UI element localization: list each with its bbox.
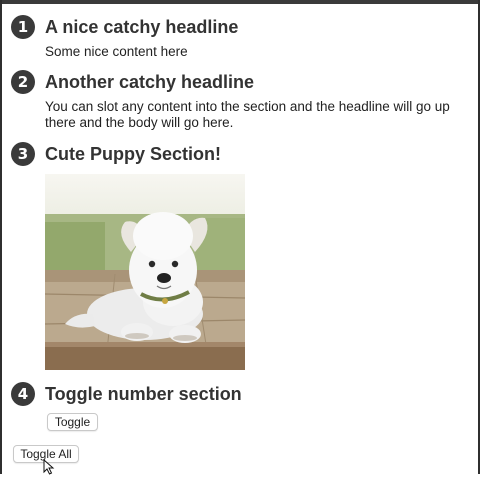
puppy-image [45,174,245,370]
section-headline[interactable]: Another catchy headline [45,72,254,93]
section-number-badge: 4 [11,382,35,406]
section-headline[interactable]: A nice catchy headline [45,17,238,38]
section-headline[interactable]: Cute Puppy Section! [45,144,221,165]
window-top-bar [0,0,480,4]
section-number-badge: 3 [11,142,35,166]
section-body: You can slot any content into the sectio… [45,99,450,130]
section-body: Some nice content here [45,44,188,59]
window-left-edge [0,0,2,474]
toggle-button[interactable]: Toggle [47,413,98,431]
section-headline[interactable]: Toggle number section [45,384,242,405]
section-number-badge: 1 [11,15,35,39]
section-number-badge: 2 [11,70,35,94]
pointer-cursor-icon [43,458,55,480]
